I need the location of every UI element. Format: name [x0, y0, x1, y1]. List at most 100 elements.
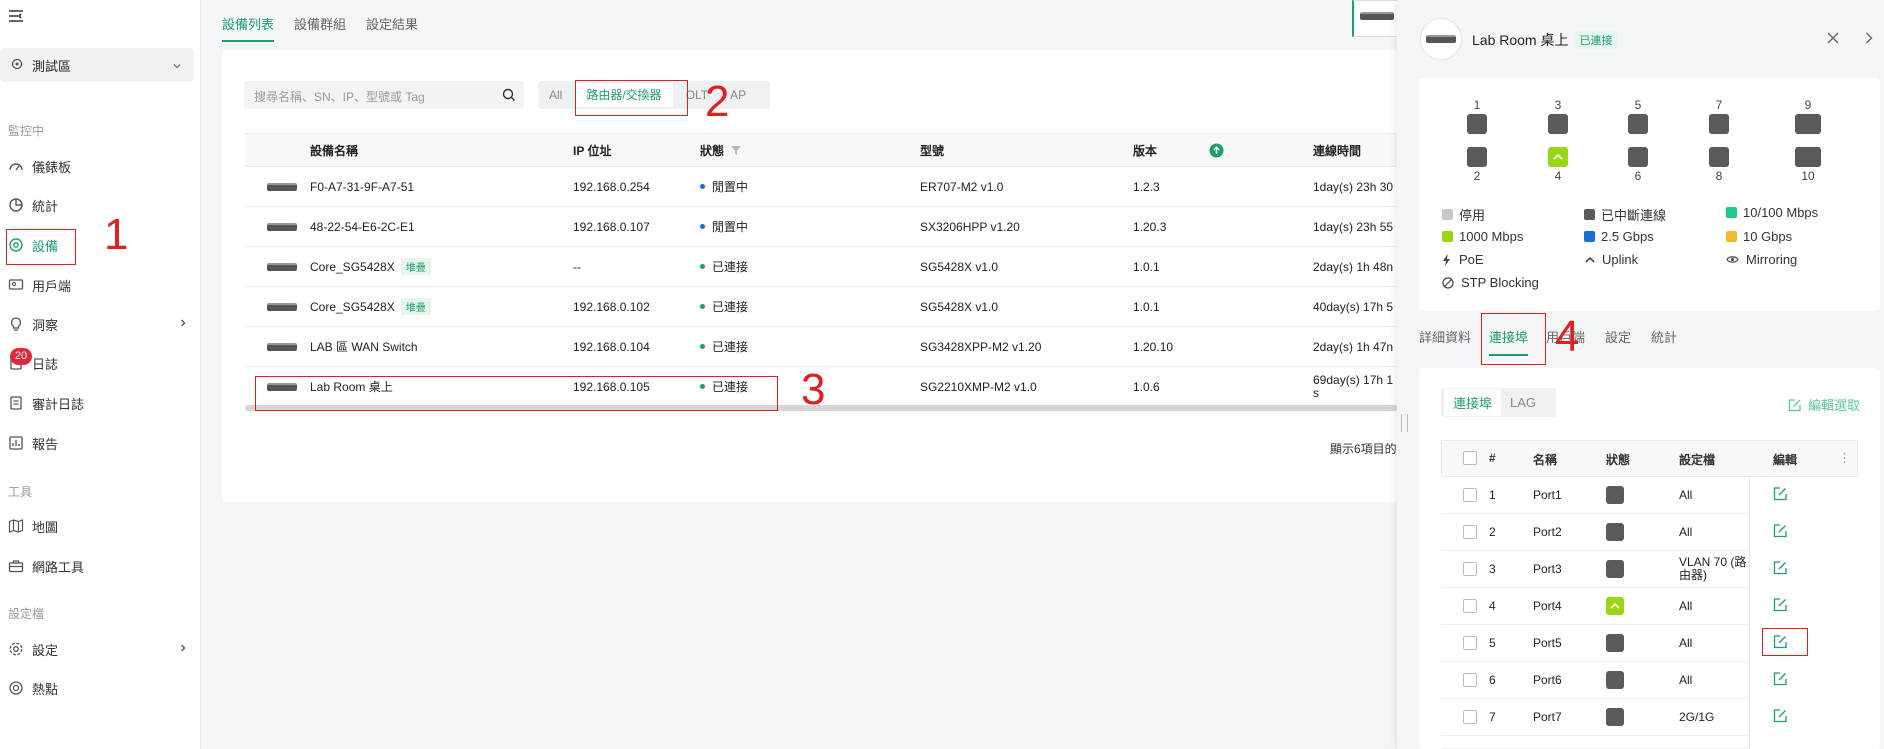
search-icon: [502, 88, 516, 105]
annotation-box-4: [1481, 313, 1546, 365]
menu-collapse-icon[interactable]: [8, 9, 24, 26]
legend-label: Uplink: [1602, 252, 1639, 267]
legend-label: 10 Gbps: [1743, 229, 1793, 244]
insight-icon: [8, 316, 24, 332]
sidebar-item-report[interactable]: 報告: [8, 431, 188, 455]
port-num: 4: [1489, 599, 1496, 613]
row-checkbox[interactable]: [1463, 673, 1477, 687]
port-1[interactable]: [1467, 114, 1487, 134]
col-model[interactable]: 型號: [920, 134, 944, 166]
port-label: 4: [1554, 169, 1562, 183]
sidebar-item-network-tools[interactable]: 網路工具: [8, 554, 188, 578]
switch-icon: [1360, 12, 1394, 20]
device-ip: 192.168.0.102: [573, 299, 650, 314]
col-ip[interactable]: IP 位址: [573, 134, 611, 166]
row-checkbox[interactable]: [1463, 488, 1477, 502]
port-7[interactable]: [1709, 114, 1729, 134]
panel-resize-handle[interactable]: [1401, 414, 1408, 432]
lightning-icon: [1442, 253, 1453, 266]
sidebar-item-hotspot[interactable]: 熱點: [8, 676, 188, 700]
status-badge: 已連接: [1574, 31, 1618, 49]
col-device-name[interactable]: 設備名稱: [310, 134, 358, 166]
port-4[interactable]: [1548, 147, 1568, 167]
port-8[interactable]: [1709, 147, 1729, 167]
sidebar-item-logs[interactable]: 日誌: [8, 351, 188, 375]
device-ip: 192.168.0.254: [573, 179, 650, 194]
device-model: SX3206HPP v1.20: [920, 219, 1020, 234]
legend-disconnected: 已中斷連線: [1584, 205, 1666, 224]
select-all-checkbox[interactable]: [1463, 451, 1477, 465]
table-row[interactable]: Core_SG5428X 堆疊 -- 已連接 SG5428X v1.0 1.0.1…: [245, 247, 1398, 287]
sidebar-item-statistics[interactable]: 統計: [8, 193, 188, 217]
port-status-indicator: [1606, 708, 1624, 726]
more-options-icon[interactable]: ⋮: [1838, 450, 1851, 466]
port-name: Port1: [1533, 488, 1562, 502]
device-name-text: Core_SG5428X: [310, 299, 395, 314]
edit-port-2-icon[interactable]: [1773, 523, 1788, 541]
legend-swatch: [1442, 231, 1453, 242]
device-model: SG5428X v1.0: [920, 299, 999, 314]
close-icon[interactable]: [1826, 31, 1840, 48]
device-uptime: 40day(s) 17h 5: [1313, 299, 1394, 314]
port-2[interactable]: [1467, 147, 1487, 167]
device-status: 已連接: [700, 287, 748, 326]
sidebar-item-insight[interactable]: 洞察: [8, 312, 188, 336]
tab-config[interactable]: 設定: [1605, 327, 1631, 346]
filter-all[interactable]: All: [538, 88, 573, 102]
table-row[interactable]: Core_SG5428X 堆疊 192.168.0.102 已連接 SG5428X…: [245, 287, 1398, 327]
sidebar-item-audit-log[interactable]: 審計日誌: [8, 391, 188, 415]
row-checkbox[interactable]: [1463, 636, 1477, 650]
row-checkbox[interactable]: [1463, 710, 1477, 724]
row-checkbox[interactable]: [1463, 599, 1477, 613]
site-selector[interactable]: 測試區: [0, 48, 194, 82]
col-uptime[interactable]: 連線時間: [1313, 134, 1361, 166]
subtab-lag[interactable]: LAG: [1504, 395, 1542, 410]
edit-port-6-icon[interactable]: [1773, 671, 1788, 689]
port-5[interactable]: [1628, 114, 1648, 134]
panel-title: Lab Room 桌上: [1472, 32, 1569, 48]
col-status[interactable]: 狀態: [700, 134, 742, 166]
table-row[interactable]: LAB 區 WAN Switch 192.168.0.104 已連接 SG342…: [245, 327, 1398, 367]
edit-port-3-icon[interactable]: [1773, 560, 1788, 578]
table-row[interactable]: 48-22-54-E6-2C-E1 192.168.0.107 閒置中 SX32…: [245, 207, 1398, 247]
upgrade-icon[interactable]: [1209, 134, 1224, 166]
legend-stp-blocking: STP Blocking: [1442, 275, 1539, 290]
sidebar-item-map[interactable]: 地圖: [8, 514, 188, 538]
port-3[interactable]: [1548, 114, 1568, 134]
port-10[interactable]: [1795, 147, 1821, 167]
filter-icon[interactable]: [730, 145, 742, 156]
tab-device-groups[interactable]: 設備群組: [294, 14, 346, 42]
port-6[interactable]: [1628, 147, 1648, 167]
tab-statistics[interactable]: 統計: [1651, 327, 1677, 346]
chevron-right-icon[interactable]: [1864, 31, 1874, 48]
subtab-ports[interactable]: 連接埠: [1444, 389, 1502, 416]
edit-port-4-icon[interactable]: [1773, 597, 1788, 615]
table-row[interactable]: F0-A7-31-9F-A7-51 192.168.0.254 閒置中 ER70…: [245, 167, 1398, 207]
switch-icon: [267, 262, 297, 271]
sidebar-item-label: 日誌: [32, 356, 59, 372]
device-version: 1.2.3: [1133, 179, 1160, 194]
edit-selected-button[interactable]: 編輯選取: [1788, 395, 1860, 414]
col-edit: 編輯: [1773, 453, 1798, 467]
annotation-box-5: [1762, 628, 1808, 656]
tab-details[interactable]: 詳細資料: [1419, 327, 1471, 346]
edit-icon: [1788, 398, 1802, 412]
edit-selected-label: 編輯選取: [1808, 398, 1861, 413]
port-profile: All: [1679, 525, 1693, 539]
table-header: 設備名稱 IP 位址 狀態 型號 版本 連線時間: [245, 133, 1398, 167]
edit-port-1-icon[interactable]: [1773, 486, 1788, 504]
row-checkbox[interactable]: [1463, 562, 1477, 576]
search-input[interactable]: 搜尋名稱、SN、IP、型號或 Tag: [244, 81, 524, 109]
device-avatar: [1420, 18, 1462, 60]
sidebar-item-clients[interactable]: 用戶端: [8, 273, 188, 297]
port-label: 9: [1804, 98, 1812, 112]
sidebar-item-dashboard[interactable]: 儀錶板: [8, 154, 188, 178]
row-checkbox[interactable]: [1463, 525, 1477, 539]
tab-config-results[interactable]: 設定結果: [366, 14, 418, 42]
port-label: 5: [1634, 98, 1642, 112]
sidebar-item-settings[interactable]: 設定: [8, 637, 188, 661]
edit-port-7-icon[interactable]: [1773, 708, 1788, 726]
port-9[interactable]: [1795, 114, 1821, 134]
tab-device-list[interactable]: 設備列表: [222, 14, 275, 42]
col-version[interactable]: 版本: [1133, 134, 1157, 166]
